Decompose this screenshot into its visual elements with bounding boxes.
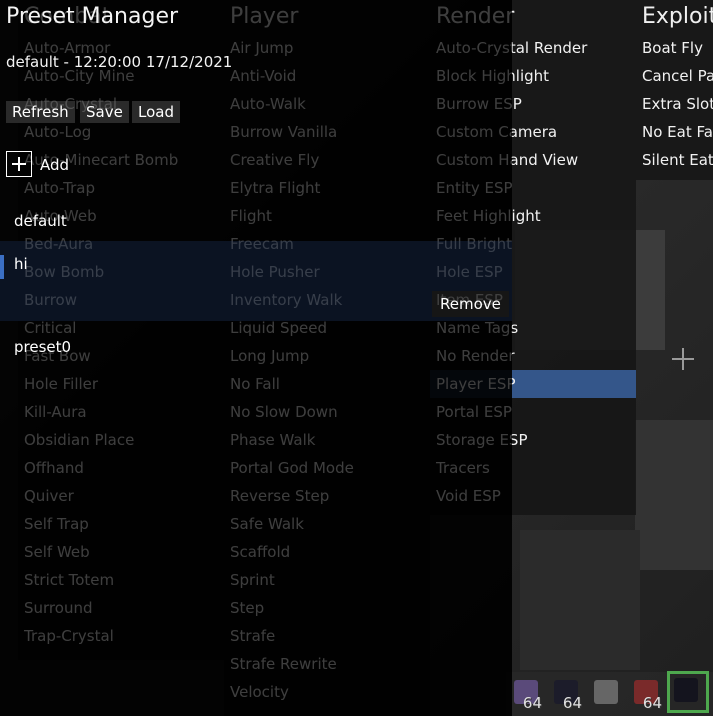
module-item[interactable]: Boat Fly: [636, 34, 713, 62]
plus-icon: [6, 151, 32, 177]
module-item[interactable]: Silent Eat: [636, 146, 713, 174]
add-label: Add: [40, 156, 70, 174]
hotbar-slot[interactable]: 64: [510, 676, 542, 712]
crosshair-icon: [672, 348, 694, 370]
preset-name: default: [14, 212, 67, 230]
category-title[interactable]: Exploit: [636, 0, 713, 34]
hotbar: 64 64 64: [506, 671, 713, 716]
terrain-block: [635, 420, 713, 570]
terrain-block: [520, 530, 640, 670]
preset-item-preset0[interactable]: preset0: [0, 322, 512, 402]
item-count: 64: [562, 694, 582, 712]
refresh-button[interactable]: Refresh: [6, 101, 75, 123]
preset-name: preset0: [14, 338, 72, 356]
preset-name: hi: [14, 255, 28, 273]
preset-manager-title: Preset Manager: [6, 4, 179, 29]
remove-preset-button[interactable]: Remove: [432, 291, 509, 317]
load-button[interactable]: Load: [132, 101, 180, 123]
hotbar-slot[interactable]: [667, 671, 709, 713]
selection-indicator: [0, 255, 4, 279]
save-button[interactable]: Save: [80, 101, 129, 123]
hotbar-slot[interactable]: 64: [630, 676, 662, 712]
module-item[interactable]: No Eat Fatigue: [636, 118, 713, 146]
item-count: 64: [522, 694, 542, 712]
hotbar-slot[interactable]: 64: [550, 676, 582, 712]
current-preset-label: default - 12:20:00 17/12/2021: [6, 53, 233, 71]
item-count: 64: [642, 694, 662, 712]
pickaxe-icon: [594, 680, 618, 704]
module-item[interactable]: Cancel Packets: [636, 62, 713, 90]
category-panel-exploit: Exploit Boat FlyCancel PacketsExtra Slot…: [636, 0, 713, 180]
obsidian-icon: [674, 678, 698, 702]
hotbar-slot[interactable]: [590, 676, 622, 710]
preset-manager-panel: Preset Manager default - 12:20:00 17/12/…: [0, 0, 512, 716]
module-item[interactable]: Extra Slots: [636, 90, 713, 118]
